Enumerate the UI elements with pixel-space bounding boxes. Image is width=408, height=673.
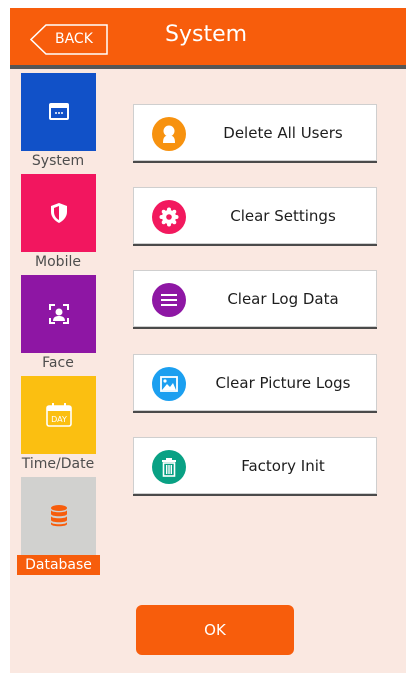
sidebar-tile-mobile — [21, 174, 96, 252]
sidebar-tile-database — [21, 477, 96, 555]
list-icon — [152, 283, 186, 317]
shield-icon — [50, 203, 67, 223]
sidebar-item-mobile[interactable]: Mobile — [10, 170, 106, 271]
sidebar-item-time-date[interactable]: DAY Time/Date — [10, 372, 106, 473]
sidebar-item-label: Face — [42, 355, 74, 371]
sidebar-tile-face — [21, 275, 96, 353]
back-button-label: BACK — [55, 31, 93, 47]
ok-button[interactable]: OK — [136, 605, 294, 655]
sidebar-item-label: Mobile — [35, 254, 81, 270]
window-icon — [48, 103, 69, 120]
delete-all-users-button[interactable]: Delete All Users — [133, 104, 377, 161]
sidebar-tile-time-date: DAY — [21, 376, 96, 454]
button-label: Clear Picture Logs — [215, 374, 351, 392]
sidebar-tile-system — [21, 73, 96, 151]
back-button[interactable]: BACK — [30, 24, 108, 55]
sidebar-item-label: Database — [17, 555, 100, 575]
sidebar-item-database[interactable]: Database — [10, 473, 106, 575]
button-label: Clear Log Data — [227, 290, 339, 308]
device-screen: BACK System System Mobile Face DAY Time/… — [10, 8, 406, 673]
clear-log-data-button[interactable]: Clear Log Data — [133, 270, 377, 327]
clear-picture-logs-button[interactable]: Clear Picture Logs — [133, 354, 377, 411]
image-icon — [152, 367, 186, 401]
button-label: Delete All Users — [223, 124, 343, 142]
sidebar-item-face[interactable]: Face — [10, 271, 106, 372]
user-icon — [152, 117, 186, 151]
sidebar-item-label: System — [31, 153, 85, 169]
button-label: Factory Init — [241, 457, 325, 475]
clear-settings-button[interactable]: Clear Settings — [133, 187, 377, 244]
gear-icon — [152, 200, 186, 234]
sidebar-item-label: Time/Date — [21, 456, 95, 472]
face-scan-icon — [48, 304, 69, 324]
calendar-icon-text: DAY — [51, 415, 67, 424]
database-icon — [50, 505, 67, 527]
sidebar-item-system[interactable]: System — [10, 69, 106, 170]
trash-icon — [152, 450, 186, 484]
header-bar: BACK System — [10, 8, 406, 69]
factory-init-button[interactable]: Factory Init — [133, 437, 377, 494]
calendar-icon: DAY — [45, 403, 72, 427]
button-label: Clear Settings — [230, 207, 336, 225]
page-title: System — [165, 22, 248, 47]
